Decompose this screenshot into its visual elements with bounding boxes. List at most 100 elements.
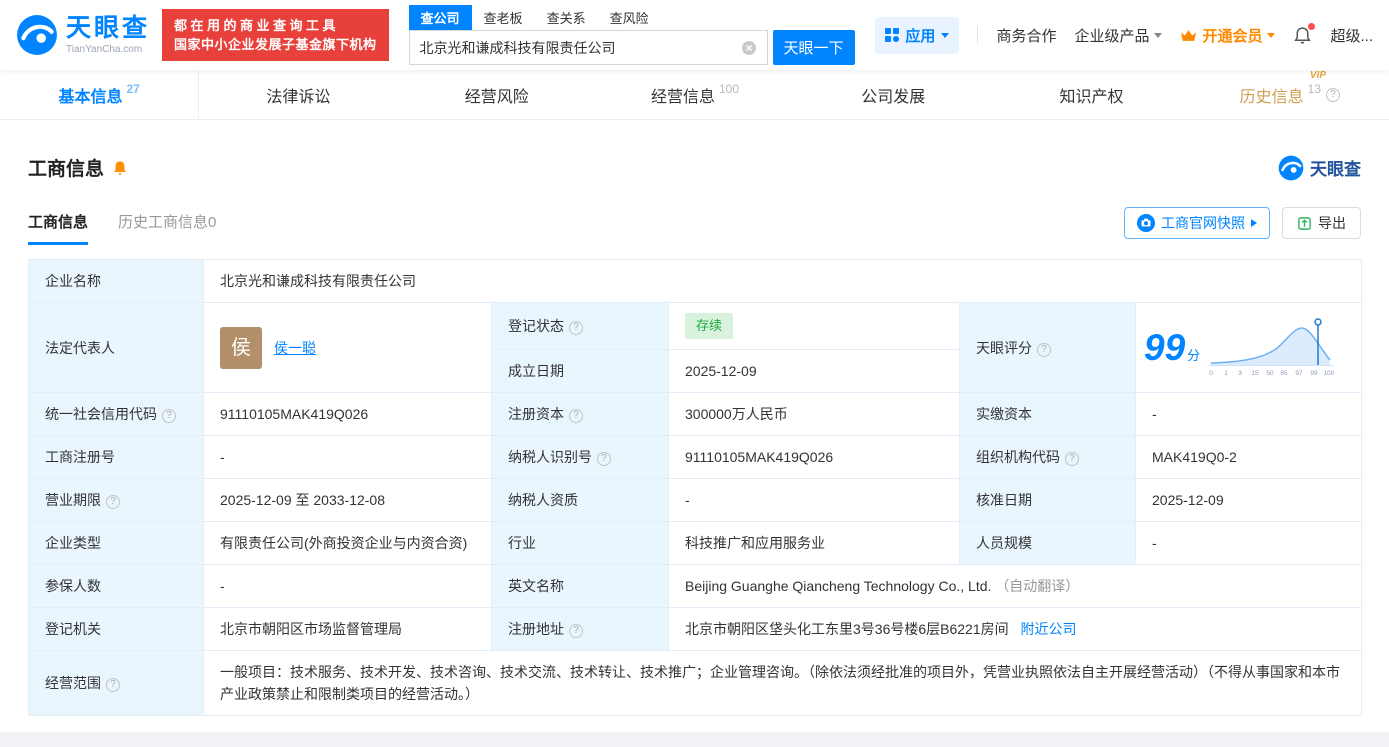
authority-label: 登记机关 bbox=[45, 621, 101, 637]
tab-company-development[interactable]: 公司发展 bbox=[794, 70, 992, 119]
table-row: 企业类型 有限责任公司(外商投资企业与内资合资) 行业 科技推广和应用服务业 人… bbox=[28, 521, 1363, 565]
tab-history-info[interactable]: VIP 历史信息 13 ? bbox=[1191, 70, 1389, 119]
tab-label: 法律诉讼 bbox=[266, 88, 331, 106]
subscribe-bell-icon[interactable] bbox=[112, 160, 128, 176]
help-icon[interactable]: ? bbox=[1326, 87, 1341, 102]
search-tab-company[interactable]: 查公司 bbox=[408, 5, 472, 30]
tab-label: 公司发展 bbox=[861, 88, 926, 106]
export-icon bbox=[1298, 216, 1311, 230]
clear-search-icon[interactable] bbox=[741, 40, 757, 56]
table-row: 工商注册号 - 纳税人识别号? 91110105MAK419Q026 组织机构代… bbox=[28, 435, 1363, 479]
search-block: 查公司 查老板 查关系 查风险 天眼一下 bbox=[408, 5, 855, 65]
established-value: 2025-12-09 bbox=[685, 363, 757, 379]
tab-count: 100 bbox=[718, 81, 739, 96]
table-row: 法定代表人 侯 侯一聪 登记状态? 存续 天眼评分? 99 分 0 1 3 15… bbox=[28, 302, 1363, 393]
industry-label: 行业 bbox=[508, 535, 536, 551]
english-name-note: （自动翻译） bbox=[995, 578, 1080, 594]
subtab-label: 历史工商信息0 bbox=[118, 214, 217, 231]
tab-operating-info[interactable]: 经营信息 100 bbox=[596, 70, 794, 119]
subtab-history-business-info[interactable]: 历史工商信息0 bbox=[118, 211, 216, 245]
table-row: 企业名称 北京光和谦成科技有限责任公司 bbox=[28, 259, 1363, 303]
help-icon[interactable]: ? bbox=[569, 624, 583, 638]
credit-code-label: 统一社会信用代码 bbox=[45, 406, 157, 422]
tab-history-content: VIP 历史信息 13 ? bbox=[1240, 70, 1341, 107]
help-icon[interactable]: ? bbox=[106, 495, 120, 509]
subtabs: 工商信息 历史工商信息0 bbox=[28, 211, 216, 245]
score-label: 天眼评分 bbox=[976, 339, 1032, 356]
export-button[interactable]: 导出 bbox=[1282, 207, 1361, 239]
search-input[interactable] bbox=[419, 39, 735, 56]
logo-brand: 天眼查 bbox=[66, 13, 151, 42]
taxpayer-quality-label: 纳税人资质 bbox=[508, 492, 578, 508]
tab-legal-litigation[interactable]: 法律诉讼 bbox=[199, 70, 397, 119]
vip-upgrade-label: 开通会员 bbox=[1202, 27, 1263, 45]
company-type-label: 企业类型 bbox=[45, 535, 101, 551]
watermark-logo: 天眼查 bbox=[1278, 155, 1361, 181]
search-row: 天眼一下 bbox=[408, 30, 855, 65]
page-footer-strip bbox=[0, 732, 1389, 747]
main-content: 工商信息 天眼查 工商信息 历史工商信息0 工商官网快照 导出 企业名称 北京光… bbox=[0, 154, 1389, 716]
vip-badge: VIP bbox=[1309, 69, 1327, 81]
svg-text:15: 15 bbox=[1252, 370, 1260, 377]
apps-button[interactable]: 应用 bbox=[875, 16, 960, 54]
help-icon[interactable]: ? bbox=[569, 409, 583, 423]
super-vip-link[interactable]: 超级... bbox=[1330, 25, 1373, 46]
svg-text:50: 50 bbox=[1267, 370, 1275, 377]
term-value: 2025-12-09 至 2033-12-08 bbox=[220, 492, 386, 508]
crown-icon bbox=[1181, 29, 1197, 41]
help-icon[interactable]: ? bbox=[106, 678, 120, 692]
vip-upgrade-link[interactable]: 开通会员 bbox=[1180, 25, 1276, 46]
search-tab-risk[interactable]: 查风险 bbox=[598, 5, 661, 30]
company-nav-tabs: 基本信息 27 法律诉讼 经营风险 经营信息 100 公司发展 知识产权 VIP… bbox=[0, 70, 1389, 120]
promo-banner[interactable]: 都在用的商业查询工具 国家中小企业发展子基金旗下机构 bbox=[162, 9, 389, 61]
svg-text:85: 85 bbox=[1281, 370, 1289, 377]
enterprise-product-label: 企业级产品 bbox=[1074, 27, 1150, 45]
tianyancha-logo[interactable]: 天眼查 TianYanCha.com bbox=[16, 14, 150, 56]
legal-rep-avatar[interactable]: 侯 bbox=[220, 326, 262, 369]
grid-icon bbox=[885, 28, 900, 42]
score-number: 99 分 bbox=[1144, 329, 1200, 367]
legal-rep-label: 法定代表人 bbox=[45, 339, 115, 356]
tab-basic-info[interactable]: 基本信息 27 bbox=[0, 70, 200, 119]
taxpayer-quality-value: - bbox=[685, 492, 690, 508]
subtab-business-info[interactable]: 工商信息 bbox=[28, 211, 89, 245]
org-code-label: 组织机构代码 bbox=[976, 449, 1060, 465]
score-chart: 0 1 3 15 50 85 97 99 100 bbox=[1209, 317, 1335, 377]
help-icon[interactable]: ? bbox=[1037, 342, 1051, 357]
enterprise-product-link[interactable]: 企业级产品 bbox=[1074, 25, 1163, 46]
score-unit: 分 bbox=[1187, 347, 1201, 363]
staff-size-value: - bbox=[1152, 535, 1157, 551]
taxpayer-id-label: 纳税人识别号 bbox=[508, 449, 592, 465]
search-tab-boss[interactable]: 查老板 bbox=[472, 5, 535, 30]
nearby-companies-link[interactable]: 附近公司 bbox=[1021, 621, 1077, 637]
subtab-row: 工商信息 历史工商信息0 工商官网快照 导出 bbox=[28, 207, 1361, 245]
org-code-value: MAK419Q0-2 bbox=[1152, 449, 1237, 465]
legal-rep-link[interactable]: 侯一聪 bbox=[274, 337, 316, 359]
search-tabs: 查公司 查老板 查关系 查风险 bbox=[408, 5, 855, 30]
svg-text:97: 97 bbox=[1296, 370, 1304, 377]
help-icon[interactable]: ? bbox=[1065, 452, 1079, 466]
help-icon[interactable]: ? bbox=[597, 452, 611, 466]
logo-text: 天眼查 TianYanCha.com bbox=[66, 13, 151, 56]
help-icon[interactable]: ? bbox=[162, 409, 176, 423]
svg-text:0: 0 bbox=[1209, 370, 1213, 377]
tianyancha-logo-icon bbox=[17, 15, 57, 55]
table-row: 经营范围? 一般项目：技术服务、技术开发、技术咨询、技术交流、技术转让、技术推广… bbox=[28, 650, 1363, 716]
notification-bell[interactable] bbox=[1293, 22, 1316, 45]
logo-domain: TianYanCha.com bbox=[66, 44, 143, 56]
tab-intellectual-property[interactable]: 知识产权 bbox=[992, 70, 1190, 119]
tab-operating-risk[interactable]: 经营风险 bbox=[398, 70, 596, 119]
official-snapshot-button[interactable]: 工商官网快照 bbox=[1124, 207, 1270, 239]
reg-no-label: 工商注册号 bbox=[45, 449, 115, 465]
page: 天眼查 TianYanCha.com 都在用的商业查询工具 国家中小企业发展子基… bbox=[0, 0, 1389, 747]
help-icon[interactable]: ? bbox=[569, 321, 583, 335]
tab-count: 27 bbox=[126, 81, 140, 96]
business-cooperation-link[interactable]: 商务合作 bbox=[996, 25, 1056, 46]
search-button[interactable]: 天眼一下 bbox=[772, 30, 855, 65]
section-head: 工商信息 天眼查 bbox=[28, 154, 1361, 181]
search-tab-relation[interactable]: 查关系 bbox=[535, 5, 598, 30]
reg-status-label: 登记状态 bbox=[508, 318, 564, 334]
tab-label: 知识产权 bbox=[1059, 88, 1124, 106]
tab-label: 基本信息 bbox=[58, 88, 123, 106]
paid-capital-label: 实缴资本 bbox=[976, 406, 1032, 422]
